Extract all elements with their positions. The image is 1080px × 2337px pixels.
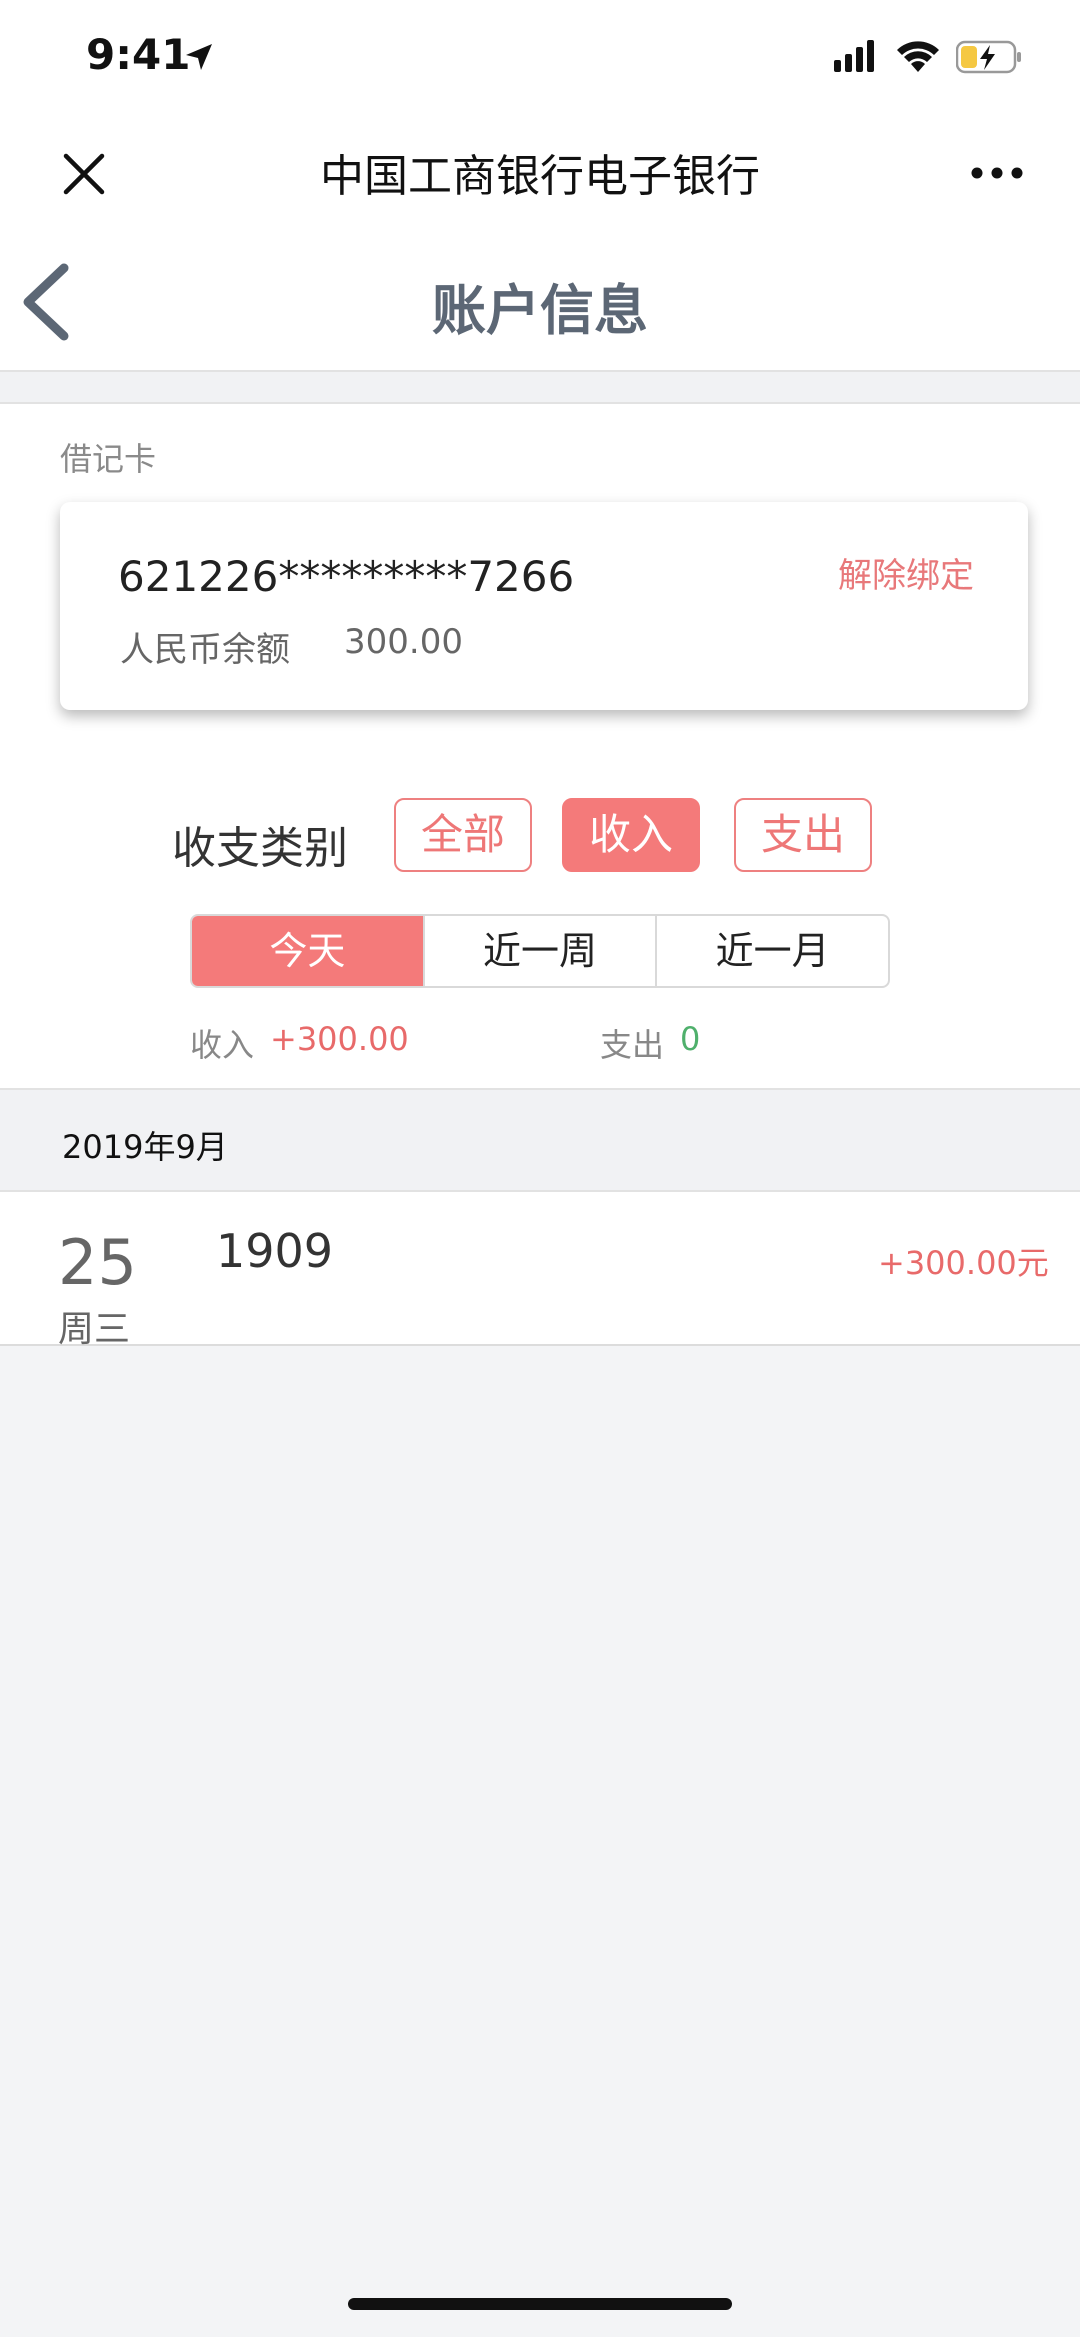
- transaction-weekday: 周三: [58, 1309, 131, 1350]
- webview-title: 中国工商银行电子银行: [320, 151, 760, 202]
- transaction-name: 1909: [216, 1224, 334, 1278]
- more-options-icon[interactable]: [970, 166, 1024, 180]
- month-label: 2019年9月: [62, 1128, 228, 1166]
- location-arrow-icon: [186, 44, 212, 70]
- expense-summary-value: 0: [680, 1020, 701, 1058]
- filter-expense-button[interactable]: 支出: [734, 798, 872, 872]
- period-segmented-control: 今天 近一周 近一月: [190, 914, 890, 988]
- period-month-tab[interactable]: 近一月: [655, 916, 888, 986]
- transaction-type-label: 收支类别: [172, 823, 348, 874]
- transaction-amount: +300.00元: [878, 1244, 1049, 1282]
- home-indicator: [348, 2298, 732, 2310]
- card-number: 621226*********7266: [118, 552, 575, 601]
- card-type-label: 借记卡: [60, 440, 157, 478]
- filter-all-button[interactable]: 全部: [394, 798, 532, 872]
- status-time: 9:41: [86, 30, 191, 79]
- section-divider: [0, 372, 1080, 404]
- transaction-day: 25: [58, 1226, 137, 1299]
- page-title: 账户信息: [432, 279, 648, 342]
- income-summary-label: 收入: [190, 1026, 255, 1064]
- period-today-tab[interactable]: 今天: [192, 916, 423, 986]
- battery-charging-icon: [956, 40, 1021, 74]
- wifi-icon: [897, 41, 939, 72]
- cellular-signal-icon: [834, 40, 874, 72]
- balance-label: 人民币余额: [120, 630, 290, 670]
- income-summary-value: +300.00: [270, 1020, 409, 1058]
- balance-value: 300.00: [344, 622, 463, 662]
- bank-card: [60, 502, 1028, 710]
- expense-summary-label: 支出: [600, 1026, 665, 1064]
- period-week-tab[interactable]: 近一周: [422, 916, 656, 986]
- unbind-button[interactable]: 解除绑定: [838, 548, 974, 597]
- filter-income-button[interactable]: 收入: [562, 798, 700, 872]
